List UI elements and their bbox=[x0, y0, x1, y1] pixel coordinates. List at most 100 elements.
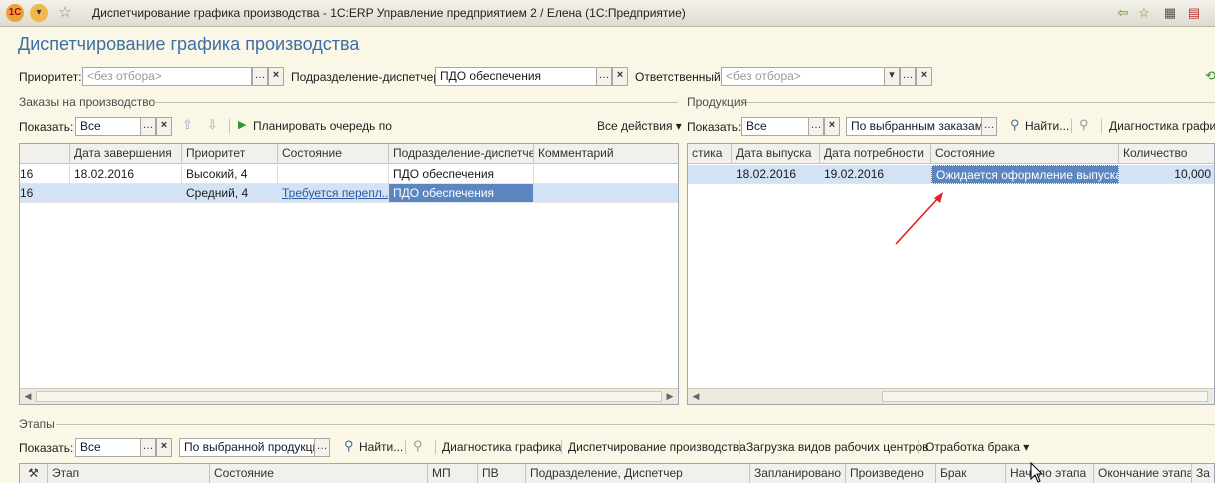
stages-col-header[interactable]: Окончание этапа bbox=[1094, 464, 1192, 483]
product-status-cell[interactable]: Ожидается оформление выпуска bbox=[931, 165, 1119, 184]
orders-show-clear-button[interactable]: × bbox=[156, 117, 172, 136]
products-show-field[interactable]: Все bbox=[741, 117, 809, 136]
products-table: стика Дата выпуска Дата потребности Сост… bbox=[687, 143, 1215, 405]
calendar-icon[interactable]: ▤ bbox=[1185, 4, 1203, 22]
stages-col-header[interactable]: Начало этапа bbox=[1006, 464, 1094, 483]
calculator-icon[interactable]: ▦ bbox=[1161, 4, 1179, 22]
toolbar-separator bbox=[1101, 119, 1102, 133]
toolbar-separator bbox=[435, 440, 436, 454]
scroll-left-icon[interactable]: ◀ bbox=[688, 389, 704, 404]
order-cell bbox=[534, 184, 678, 203]
toolbar-separator bbox=[1071, 119, 1072, 133]
priority-clear-button[interactable]: × bbox=[268, 67, 284, 86]
dept-label: Подразделение-диспетчер: bbox=[291, 70, 444, 84]
app-logo-icon: 1С bbox=[6, 4, 24, 22]
dept-clear-button[interactable]: × bbox=[612, 67, 628, 86]
stages-col-header[interactable]: Состояние bbox=[210, 464, 428, 483]
orders-col-header[interactable] bbox=[20, 144, 70, 164]
order-cell: ПДО обеспечения bbox=[389, 184, 534, 203]
stages-show-select-button[interactable]: … bbox=[140, 438, 156, 457]
clear-search-icon[interactable]: ⚲ bbox=[1079, 117, 1089, 133]
clear-search-icon[interactable]: ⚲ bbox=[413, 438, 423, 454]
stages-diagnostics-button[interactable]: Диагностика графика bbox=[442, 440, 561, 454]
priority-field[interactable]: <без отбора> bbox=[82, 67, 252, 86]
products-show-select-button[interactable]: … bbox=[808, 117, 824, 136]
products-col-header[interactable]: Количество bbox=[1119, 144, 1214, 164]
load-work-centers-button[interactable]: Загрузка видов рабочих центров bbox=[746, 440, 929, 454]
favorite-star-icon[interactable]: ☆ bbox=[56, 4, 74, 22]
orders-horizontal-scrollbar[interactable]: ◀ ▶ bbox=[20, 388, 678, 404]
products-scope-field[interactable]: По выбранным заказам bbox=[846, 117, 982, 136]
products-show-clear-button[interactable]: × bbox=[824, 117, 840, 136]
stages-section-title: Этапы bbox=[19, 417, 55, 431]
responsible-dropdown-button[interactable]: ▾ bbox=[884, 67, 900, 86]
history-icon[interactable]: ⇦ bbox=[1114, 4, 1132, 22]
responsible-select-button[interactable]: … bbox=[900, 67, 916, 86]
toolbar-separator bbox=[229, 119, 230, 133]
products-col-header[interactable]: Дата потребности bbox=[820, 144, 931, 164]
orders-col-header[interactable]: Подразделение-диспетчер bbox=[389, 144, 534, 164]
priority-label: Приоритет: bbox=[19, 70, 82, 84]
move-up-icon[interactable]: ⇧ bbox=[182, 117, 193, 133]
dept-select-button[interactable]: … bbox=[596, 67, 612, 86]
scroll-right-icon[interactable]: ▶ bbox=[662, 389, 678, 404]
orders-show-field[interactable]: Все bbox=[75, 117, 141, 136]
table-row[interactable]: 18.02.2016 19.02.2016 Ожидается оформлен… bbox=[688, 165, 1214, 184]
responsible-clear-button[interactable]: × bbox=[916, 67, 932, 86]
orders-all-actions-button[interactable]: Все действия ▾ bbox=[597, 119, 682, 133]
order-cell: Высокий, 4 bbox=[182, 165, 278, 184]
order-status-link[interactable]: Требуется перепл... bbox=[278, 184, 389, 203]
orders-col-header[interactable]: Приоритет bbox=[182, 144, 278, 164]
defects-processing-button[interactable]: Отработка брака ▾ bbox=[925, 440, 1029, 454]
products-section-title: Продукция bbox=[687, 95, 748, 109]
stages-scope-field[interactable]: По выбранной продукции bbox=[179, 438, 315, 457]
stages-col-header[interactable]: За bbox=[1192, 464, 1214, 483]
stages-col-header[interactable]: МП bbox=[428, 464, 478, 483]
stages-scope-select-button[interactable]: … bbox=[314, 438, 330, 457]
toolbar-separator bbox=[561, 440, 562, 454]
stages-col-header[interactable]: Этап bbox=[48, 464, 210, 483]
stages-col-header[interactable]: Подразделение, Диспетчер bbox=[526, 464, 750, 483]
products-col-header[interactable]: Дата выпуска bbox=[732, 144, 820, 164]
orders-col-header[interactable]: Состояние bbox=[278, 144, 389, 164]
stages-col-header[interactable]: Брак bbox=[936, 464, 1006, 483]
stages-show-field[interactable]: Все bbox=[75, 438, 141, 457]
plan-queue-button[interactable]: Планировать очередь по bbox=[253, 119, 392, 133]
stages-show-clear-button[interactable]: × bbox=[156, 438, 172, 457]
products-show-label: Показать: bbox=[687, 120, 742, 134]
play-icon: ▶ bbox=[238, 119, 247, 131]
scroll-thumb[interactable] bbox=[882, 391, 1208, 402]
orders-col-header[interactable]: Дата завершения bbox=[70, 144, 182, 164]
scroll-left-icon[interactable]: ◀ bbox=[20, 389, 36, 404]
main-menu-icon[interactable]: ▾ bbox=[30, 4, 48, 22]
order-cell: Средний, 4 bbox=[182, 184, 278, 203]
stages-find-button[interactable]: Найти... bbox=[359, 440, 403, 454]
table-row[interactable]: 16 18.02.2016 Высокий, 4 ПДО обеспечения bbox=[20, 165, 678, 184]
products-find-button[interactable]: Найти... bbox=[1025, 119, 1069, 133]
order-cell bbox=[278, 165, 389, 184]
dept-field[interactable]: ПДО обеспечения bbox=[435, 67, 597, 86]
dispatch-production-button[interactable]: Диспетчирование производства bbox=[568, 440, 746, 454]
products-diagnostics-button[interactable]: Диагностика графика bbox=[1109, 119, 1215, 133]
products-horizontal-scrollbar[interactable]: ◀ bbox=[688, 388, 1214, 404]
products-col-header[interactable]: стика bbox=[688, 144, 732, 164]
products-col-header[interactable]: Состояние bbox=[931, 144, 1119, 164]
product-cell bbox=[688, 165, 732, 184]
responsible-field[interactable]: <без отбора> bbox=[721, 67, 885, 86]
stages-col-header[interactable]: Запланировано bbox=[750, 464, 846, 483]
table-row[interactable]: 16 Средний, 4 Требуется перепл... ПДО об… bbox=[20, 184, 678, 203]
order-cell bbox=[534, 165, 678, 184]
stages-col-header[interactable]: Произведено bbox=[846, 464, 936, 483]
scroll-thumb[interactable] bbox=[36, 391, 662, 402]
move-down-icon[interactable]: ⇩ bbox=[207, 117, 218, 133]
stages-col-header[interactable]: ПВ bbox=[478, 464, 526, 483]
products-section-divider bbox=[746, 102, 1215, 103]
products-scope-select-button[interactable]: … bbox=[981, 117, 997, 136]
refresh-icon[interactable]: ⟲ bbox=[1205, 68, 1215, 84]
stages-settings-icon[interactable]: ⚒ bbox=[20, 464, 48, 483]
orders-show-select-button[interactable]: … bbox=[140, 117, 156, 136]
search-icon: ⚲ bbox=[1010, 117, 1020, 132]
priority-select-button[interactable]: … bbox=[252, 67, 268, 86]
bookmark-icon[interactable]: ☆ bbox=[1135, 4, 1153, 22]
orders-col-header[interactable]: Комментарий bbox=[534, 144, 678, 164]
